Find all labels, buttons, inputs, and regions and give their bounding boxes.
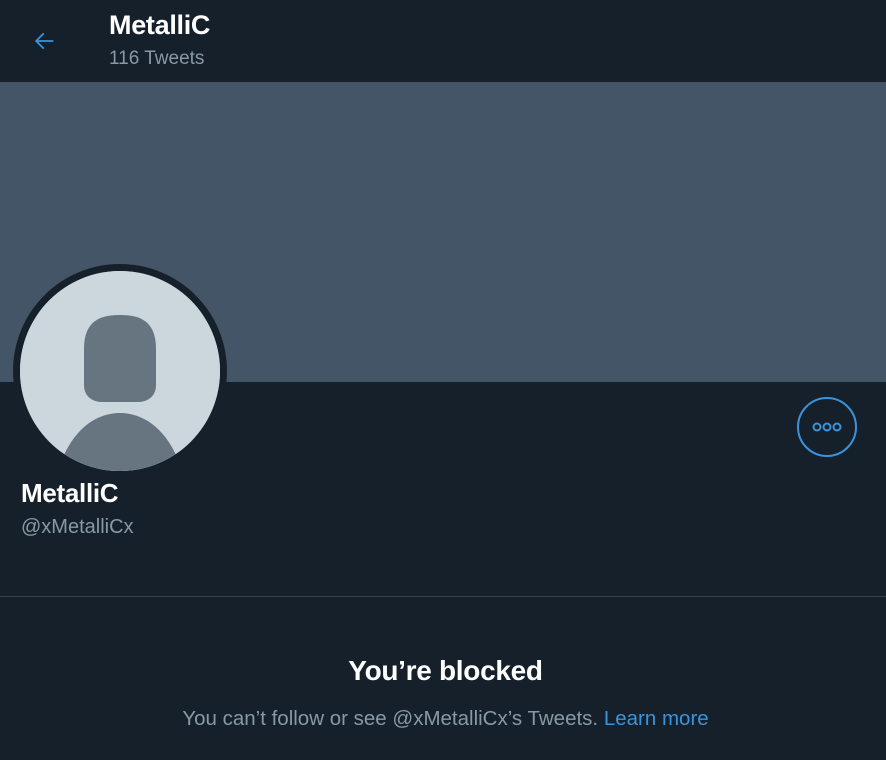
blocked-message: You can’t follow or see @xMetalliCx’s Tw… [182,707,599,730]
learn-more-link[interactable]: Learn more [604,707,709,730]
arrow-left-icon [34,32,54,50]
top-header: MetalliC 116 Tweets [0,0,886,82]
blocked-title: You’re blocked [348,655,543,686]
tweet-count: 116 Tweets [109,48,205,69]
profile-handle: @xMetalliCx [21,516,134,538]
avatar-image [20,271,220,471]
divider [0,596,886,597]
avatar[interactable] [13,264,227,478]
blocked-message-row: You can’t follow or see @xMetalliCx’s Tw… [0,707,886,731]
profile-name: MetalliC [21,478,119,508]
more-options-button[interactable] [797,397,857,457]
header-title: MetalliC [109,10,211,40]
more-horizontal-icon [812,422,842,432]
default-avatar-icon [20,271,220,471]
back-button[interactable] [20,22,68,60]
profile-page: MetalliC 116 Tweets MetalliC @xMetalliCx… [0,0,886,760]
